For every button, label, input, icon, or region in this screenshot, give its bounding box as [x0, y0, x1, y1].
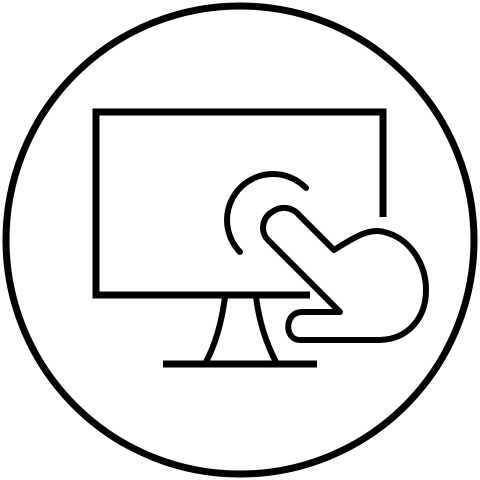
pointing-hand-icon — [260, 204, 429, 343]
touchscreen-monitor-icon — [2, 2, 478, 478]
icon-canvas — [0, 0, 480, 480]
monitor-stand — [203, 296, 279, 364]
